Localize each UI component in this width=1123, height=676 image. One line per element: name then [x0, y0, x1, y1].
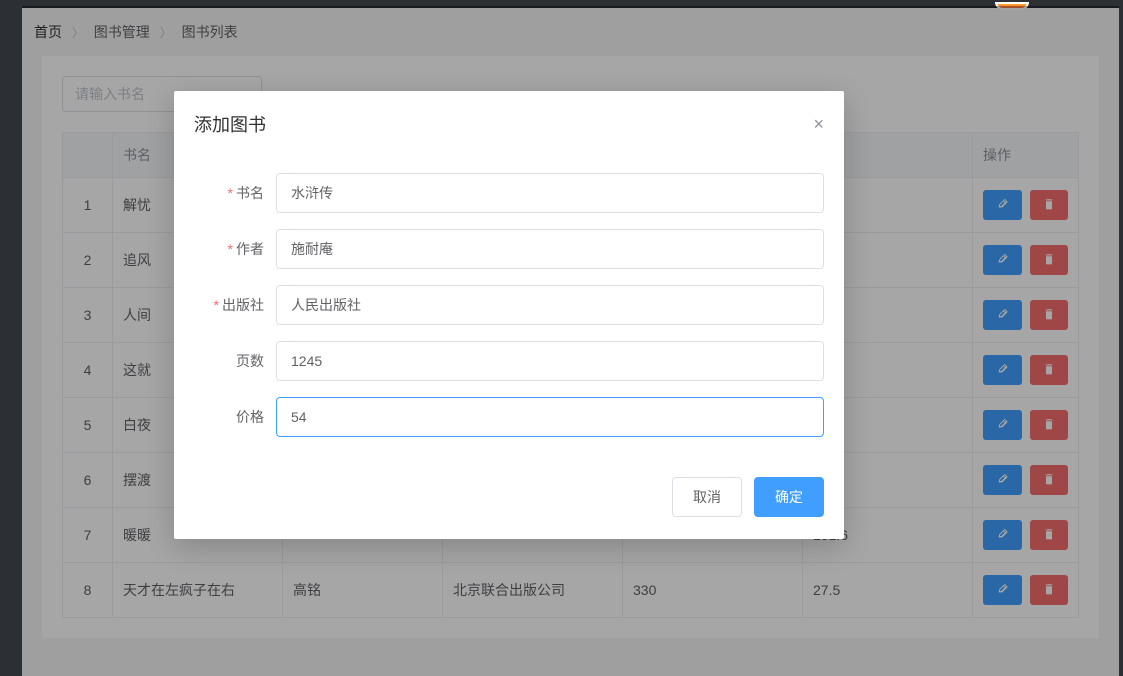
author-field[interactable] — [276, 229, 824, 269]
name-field[interactable] — [276, 173, 824, 213]
ok-button[interactable]: 确定 — [754, 477, 824, 517]
add-book-modal: 添加图书 × *书名 *作者 *出版社 页数 价格 — [174, 91, 844, 539]
label-publisher: *出版社 — [194, 295, 276, 315]
modal-title: 添加图书 — [194, 111, 266, 137]
pages-field[interactable] — [276, 341, 824, 381]
close-icon[interactable]: × — [813, 115, 824, 133]
label-author: *作者 — [194, 239, 276, 259]
label-name: *书名 — [194, 183, 276, 203]
publisher-field[interactable] — [276, 285, 824, 325]
label-price: 价格 — [194, 407, 276, 427]
cancel-button[interactable]: 取消 — [672, 477, 742, 517]
label-pages: 页数 — [194, 351, 276, 371]
price-field[interactable] — [276, 397, 824, 437]
